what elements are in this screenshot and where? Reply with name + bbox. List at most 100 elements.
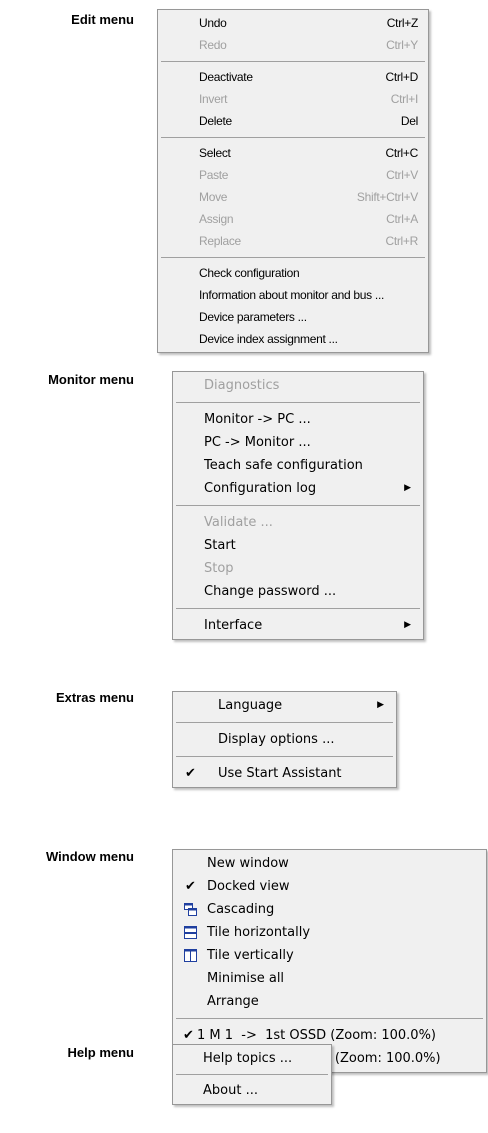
menu-item-cascading[interactable]: Cascading bbox=[173, 898, 486, 921]
menu-item-label: Information about monitor and bus ... bbox=[199, 288, 385, 302]
menu-item-label: Stop bbox=[204, 561, 234, 576]
monitor-menu: Diagnostics Monitor -> PC ... PC -> Moni… bbox=[172, 371, 424, 640]
menu-item-label: Docked view bbox=[207, 879, 290, 894]
menu-separator bbox=[161, 257, 425, 258]
menu-item-label: Undo bbox=[199, 16, 227, 30]
monitor-menu-caption: Monitor menu bbox=[48, 372, 134, 387]
menu-item-diagnostics[interactable]: Diagnostics bbox=[173, 374, 423, 397]
menu-separator bbox=[176, 1018, 483, 1019]
menu-item-device-parameters[interactable]: Device parameters ... bbox=[158, 306, 428, 328]
menu-item-shortcut: Ctrl+D bbox=[385, 70, 418, 84]
tile-vertical-icon bbox=[184, 949, 197, 962]
menu-item-label: Paste bbox=[199, 168, 229, 182]
menu-item-assign[interactable]: Assign Ctrl+A bbox=[158, 208, 428, 230]
menu-item-label: Use Start Assistant bbox=[218, 766, 342, 781]
menu-separator bbox=[176, 608, 420, 609]
menu-item-shortcut: Del bbox=[400, 114, 418, 128]
menu-item-shortcut: Ctrl+V bbox=[386, 168, 418, 182]
menu-item-label: Deactivate bbox=[199, 70, 253, 84]
menu-item-shortcut: Ctrl+A bbox=[386, 212, 418, 226]
menu-item-label: Move bbox=[199, 190, 228, 204]
menu-item-tile-horizontally[interactable]: Tile horizontally bbox=[173, 921, 486, 944]
cascade-icon bbox=[184, 903, 197, 916]
menu-item-minimise-all[interactable]: Minimise all bbox=[173, 967, 486, 990]
edit-menu-caption: Edit menu bbox=[71, 12, 134, 27]
menu-item-change-password[interactable]: Change password ... bbox=[173, 580, 423, 603]
menu-item-help-topics[interactable]: Help topics ... bbox=[173, 1047, 331, 1070]
window-menu: New window ✔ Docked view Cascading Tile h… bbox=[172, 849, 487, 1073]
menu-item-label: About ... bbox=[203, 1083, 258, 1098]
menu-item-label: Minimise all bbox=[207, 971, 285, 986]
menu-item-validate[interactable]: Validate ... bbox=[173, 511, 423, 534]
menu-item-paste[interactable]: Paste Ctrl+V bbox=[158, 164, 428, 186]
help-menu: Help topics ... About ... bbox=[172, 1044, 332, 1105]
menu-item-label: Interface bbox=[204, 618, 263, 633]
menu-item-label: Diagnostics bbox=[204, 378, 280, 393]
menu-item-label: Arrange bbox=[207, 994, 259, 1009]
menu-item-shortcut: Ctrl+Y bbox=[386, 38, 418, 52]
menu-item-label: Tile vertically bbox=[207, 948, 294, 963]
menu-item-replace[interactable]: Replace Ctrl+R bbox=[158, 230, 428, 252]
menu-separator bbox=[176, 1074, 328, 1075]
menu-item-label: Delete bbox=[199, 114, 232, 128]
menu-separator bbox=[176, 722, 393, 723]
menu-item-label: Language bbox=[218, 698, 283, 713]
menu-item-docked-view[interactable]: ✔ Docked view bbox=[173, 875, 486, 898]
menu-item-pc-to-monitor[interactable]: PC -> Monitor ... bbox=[173, 431, 423, 454]
menu-item-label: PC -> Monitor ... bbox=[204, 435, 311, 450]
extras-menu: Language ▶ Display options ... ✔ Use Start… bbox=[172, 691, 397, 788]
menu-item-select[interactable]: Select Ctrl+C bbox=[158, 142, 428, 164]
menu-item-arrange[interactable]: Arrange bbox=[173, 990, 486, 1013]
menu-item-shortcut: Ctrl+C bbox=[385, 146, 418, 160]
menu-item-label: Redo bbox=[199, 38, 227, 52]
menu-item-move[interactable]: Move Shift+Ctrl+V bbox=[158, 186, 428, 208]
menu-item-stop[interactable]: Stop bbox=[173, 557, 423, 580]
menu-item-label: Replace bbox=[199, 234, 241, 248]
window-menu-caption: Window menu bbox=[46, 849, 134, 864]
menu-item-interface[interactable]: Interface ▶ bbox=[173, 614, 423, 637]
menu-separator bbox=[161, 61, 425, 62]
menu-item-delete[interactable]: Delete Del bbox=[158, 110, 428, 132]
menu-item-label: Assign bbox=[199, 212, 234, 226]
menu-item-label: Check configuration bbox=[199, 266, 300, 280]
menu-item-label: Monitor -> PC ... bbox=[204, 412, 311, 427]
menu-item-invert[interactable]: Invert Ctrl+I bbox=[158, 88, 428, 110]
menu-item-language[interactable]: Language ▶ bbox=[173, 694, 396, 717]
menu-item-tile-vertically[interactable]: Tile vertically bbox=[173, 944, 486, 967]
menu-item-new-window[interactable]: New window bbox=[173, 852, 486, 875]
menu-item-about[interactable]: About ... bbox=[173, 1079, 331, 1102]
menu-item-display-options[interactable]: Display options ... bbox=[173, 728, 396, 751]
submenu-arrow-icon: ▶ bbox=[404, 483, 411, 493]
menu-item-shortcut: Shift+Ctrl+V bbox=[356, 190, 418, 204]
menu-item-check-configuration[interactable]: Check configuration bbox=[158, 262, 428, 284]
menu-item-label: Configuration log bbox=[204, 481, 317, 496]
menu-item-start[interactable]: Start bbox=[173, 534, 423, 557]
menu-item-use-start-assistant[interactable]: ✔ Use Start Assistant bbox=[173, 762, 396, 785]
menu-item-shortcut: Ctrl+R bbox=[385, 234, 418, 248]
menu-item-label: Cascading bbox=[207, 902, 275, 917]
menu-item-label: Tile horizontally bbox=[207, 925, 311, 940]
menu-item-undo[interactable]: Undo Ctrl+Z bbox=[158, 12, 428, 34]
menu-item-label: Device parameters ... bbox=[199, 310, 307, 324]
menu-item-info-monitor-bus[interactable]: Information about monitor and bus ... bbox=[158, 284, 428, 306]
checkmark-icon: ✔ bbox=[185, 879, 196, 894]
submenu-arrow-icon: ▶ bbox=[404, 620, 411, 630]
menu-separator bbox=[176, 505, 420, 506]
menu-item-label: Validate ... bbox=[204, 515, 273, 530]
tile-horizontal-icon bbox=[184, 926, 197, 939]
menu-item-configuration-log[interactable]: Configuration log ▶ bbox=[173, 477, 423, 500]
help-menu-caption: Help menu bbox=[67, 1045, 134, 1060]
checkmark-icon: ✔ bbox=[185, 766, 196, 781]
menu-item-teach-safe-configuration[interactable]: Teach safe configuration bbox=[173, 454, 423, 477]
menu-item-label: Help topics ... bbox=[203, 1051, 293, 1066]
menu-item-shortcut: Ctrl+I bbox=[390, 92, 419, 106]
menu-item-label: New window bbox=[207, 856, 289, 871]
menu-item-device-index-assignment[interactable]: Device index assignment ... bbox=[158, 328, 428, 350]
menu-item-monitor-to-pc[interactable]: Monitor -> PC ... bbox=[173, 408, 423, 431]
menu-item-label: Device index assignment ... bbox=[199, 332, 338, 346]
menu-item-label: Invert bbox=[199, 92, 228, 106]
menu-item-label: Change password ... bbox=[204, 584, 337, 599]
menu-item-deactivate[interactable]: Deactivate Ctrl+D bbox=[158, 66, 428, 88]
menu-item-label: Display options ... bbox=[218, 732, 335, 747]
menu-item-redo[interactable]: Redo Ctrl+Y bbox=[158, 34, 428, 56]
